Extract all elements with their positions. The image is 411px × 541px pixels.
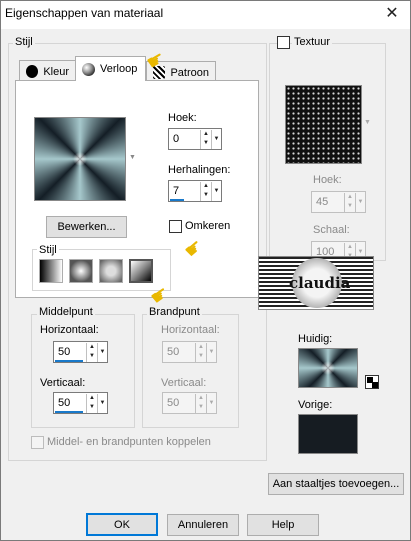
- focalpoint-horizontal-dropdown-icon[interactable]: ▼: [206, 343, 216, 362]
- gradient-preview[interactable]: [34, 117, 126, 201]
- midpoint-horizontal-level-bar: [55, 360, 83, 362]
- texture-angle-spinner[interactable]: ▲▼ ▼: [311, 191, 366, 213]
- midpoint-vertical-level-bar: [55, 411, 83, 413]
- tab-patroon-label: Patroon: [170, 66, 209, 79]
- repeats-level-bar: [170, 199, 184, 201]
- window-title: Eigenschappen van materiaal: [5, 6, 164, 20]
- texture-checkbox[interactable]: [277, 36, 290, 49]
- current-swatch[interactable]: [298, 348, 358, 388]
- texture-angle-dropdown-icon[interactable]: ▼: [355, 193, 365, 212]
- material-properties-dialog: Eigenschappen van materiaal ✕ Stijl Kleu…: [0, 0, 411, 541]
- gradient-dropdown-icon[interactable]: ▼: [129, 154, 136, 161]
- focalpoint-horizontal-spin-buttons[interactable]: ▲ ▼: [195, 343, 206, 362]
- close-icon[interactable]: ✕: [382, 4, 402, 24]
- previous-label: Vorige:: [298, 399, 333, 411]
- texture-angle-spin-buttons[interactable]: ▲ ▼: [344, 193, 355, 212]
- link-points-checkbox[interactable]: [31, 436, 44, 449]
- angle-spin-buttons[interactable]: ▲ ▼: [200, 130, 211, 149]
- midpoint-title: Middelpunt: [37, 306, 95, 318]
- tab-kleur[interactable]: Kleur: [19, 60, 76, 82]
- repeats-spinner[interactable]: ▲▼ ▼: [168, 180, 222, 202]
- rectangular-style-button[interactable]: [69, 259, 93, 283]
- ok-button[interactable]: OK: [86, 513, 158, 536]
- repeats-label: Herhalingen:: [168, 164, 231, 176]
- tab-verloop-label: Verloop: [100, 63, 138, 75]
- invert-checkbox[interactable]: [169, 220, 182, 233]
- midpoint-horizontal-spin-buttons[interactable]: ▲ ▼: [86, 343, 97, 362]
- texture-preview[interactable]: [285, 85, 362, 164]
- solid-color-icon: [26, 65, 39, 78]
- midpoint-vertical-dropdown-icon[interactable]: ▼: [97, 394, 107, 413]
- sunburst-style-button[interactable]: [99, 259, 123, 283]
- midpoint-horizontal-label: Horizontaal:: [40, 324, 99, 336]
- radial-style-button[interactable]: [129, 259, 153, 283]
- focalpoint-vertical-label: Verticaal:: [161, 377, 207, 389]
- angle-spinner[interactable]: ▲▼ ▼: [168, 128, 222, 150]
- help-button[interactable]: Help: [247, 514, 319, 536]
- repeats-spin-buttons[interactable]: ▲ ▼: [200, 182, 211, 201]
- midpoint-vertical-spin-buttons[interactable]: ▲ ▼: [86, 394, 97, 413]
- focalpoint-horizontal-spinner[interactable]: ▲▼ ▼: [162, 341, 217, 363]
- swap-icon[interactable]: [365, 375, 379, 389]
- invert-label: Omkeren: [185, 220, 231, 232]
- style-group-title: Stijl: [13, 36, 35, 48]
- texture-dropdown-icon[interactable]: ▼: [364, 119, 371, 126]
- midpoint-horizontal-dropdown-icon[interactable]: ▼: [97, 343, 107, 362]
- focalpoint-vertical-spin-buttons[interactable]: ▲ ▼: [195, 394, 206, 413]
- tab-verloop[interactable]: Verloop: [75, 56, 146, 81]
- edit-button[interactable]: Bewerken...: [46, 216, 127, 238]
- focalpoint-vertical-dropdown-icon[interactable]: ▼: [206, 394, 216, 413]
- texture-scale-label: Schaal:: [313, 224, 350, 236]
- repeats-dropdown-icon[interactable]: ▼: [211, 182, 221, 201]
- gradient-style-title: Stijl: [37, 244, 59, 256]
- watermark-text: claudia: [289, 274, 351, 292]
- midpoint-horizontal-spinner[interactable]: ▲▼ ▼: [53, 341, 108, 363]
- texture-angle-label: Hoek:: [313, 174, 342, 186]
- cancel-button[interactable]: Annuleren: [167, 514, 239, 536]
- angle-dropdown-icon[interactable]: ▼: [211, 130, 221, 149]
- link-points-label: Middel- en brandpunten koppelen: [47, 436, 211, 448]
- title-bar: Eigenschappen van materiaal ✕: [1, 1, 410, 29]
- midpoint-vertical-label: Verticaal:: [40, 377, 86, 389]
- previous-swatch[interactable]: [298, 414, 358, 454]
- focalpoint-vertical-spinner[interactable]: ▲▼ ▼: [162, 392, 217, 414]
- linear-style-button[interactable]: [39, 259, 63, 283]
- current-label: Huidig:: [298, 333, 333, 345]
- focalpoint-title: Brandpunt: [147, 306, 202, 318]
- add-to-swatches-button[interactable]: Aan staaltjes toevoegen...: [268, 473, 404, 495]
- focalpoint-horizontal-label: Horizontaal:: [161, 324, 220, 336]
- tab-kleur-label: Kleur: [43, 65, 69, 78]
- gradient-sphere-icon: [82, 62, 95, 76]
- midpoint-vertical-spinner[interactable]: ▲▼ ▼: [53, 392, 108, 414]
- angle-label: Hoek:: [168, 112, 197, 124]
- watermark-logo: claudia: [258, 256, 374, 310]
- texture-label: Textuur: [292, 36, 333, 48]
